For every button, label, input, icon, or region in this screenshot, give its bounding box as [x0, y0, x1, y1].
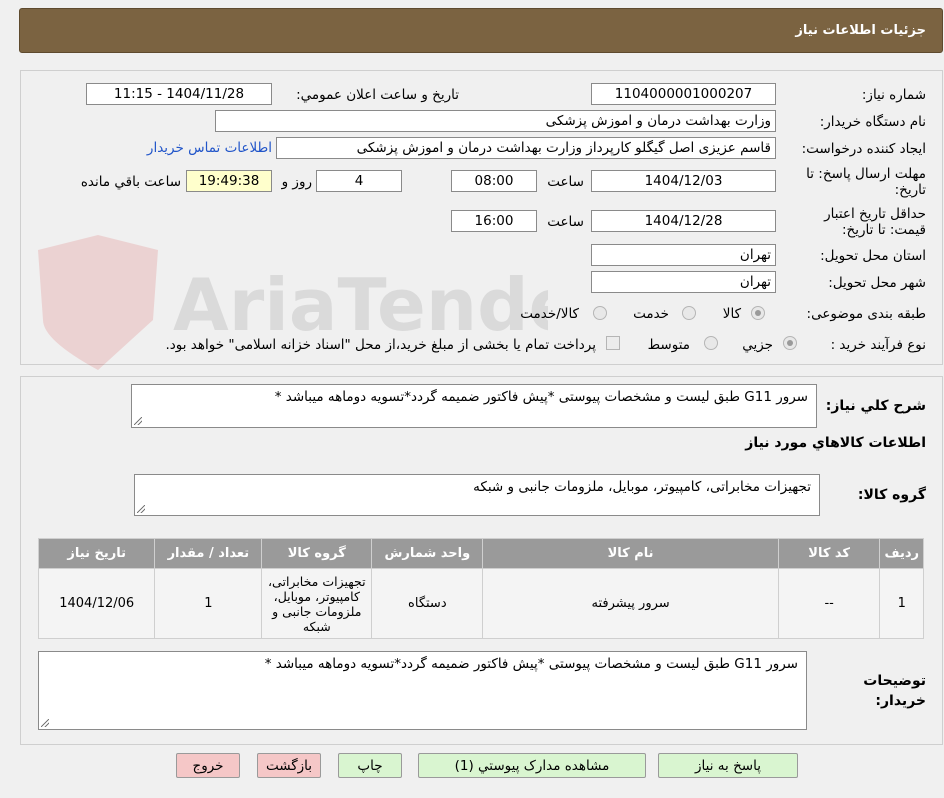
- view-attachments-button[interactable]: مشاهده مدارک پیوستي (1): [418, 753, 646, 778]
- remaining-label: ساعت باقي مانده: [80, 174, 181, 190]
- process-radio-medium[interactable]: [704, 336, 718, 350]
- price-valid-label: حداقل تاریخ اعتبار قیمت: تا تاریخ:: [824, 206, 926, 238]
- goods-table: ردیف کد کالا نام کالا واحد شمارش گروه کا…: [37, 538, 924, 639]
- goods-table-header: ردیف کد کالا نام کالا واحد شمارش گروه کا…: [37, 538, 924, 569]
- announce-datetime-field: 1404/11/28 - 11:15: [86, 83, 272, 105]
- reply-time-label: ساعت: [547, 174, 584, 190]
- requester-label: ایجاد کننده درخواست:: [801, 141, 926, 157]
- process-label: نوع فرآیند خرید :: [830, 337, 926, 353]
- province-field: تهران: [591, 244, 776, 266]
- page-title: جزئیات اطلاعات نیاز: [795, 23, 926, 38]
- col-group: گروه کالا: [261, 538, 373, 569]
- col-row: ردیف: [879, 538, 924, 569]
- price-valid-time-label: ساعت: [547, 214, 584, 230]
- process-option-medium: متوسط: [647, 337, 690, 353]
- treasury-payment-note: پرداخت تمام یا بخشی از مبلغ خرید،از محل …: [165, 337, 596, 353]
- col-date: تاریخ نیاز: [37, 538, 156, 569]
- need-number-field: 1104000001000207: [591, 83, 776, 105]
- col-name: نام کالا: [482, 538, 779, 569]
- category-label: طبقه بندی موضوعی:: [806, 306, 926, 322]
- goods-section-title: اطلاعات کالاهاي مورد نیاز: [745, 435, 926, 451]
- reply-button[interactable]: پاسخ به نیاز: [658, 753, 798, 778]
- summary-text: سرور G11 طبق لیست و مشخصات پیوستی *پیش ف…: [274, 389, 808, 405]
- cell-group: تجهیزات مخابراتی، کامپیوتر، موبایل، ملزو…: [261, 568, 373, 639]
- cell-code: --: [777, 568, 881, 639]
- remaining-time-field: 19:49:38: [186, 170, 272, 192]
- buyer-org-field: وزارت بهداشت درمان و اموزش پزشکی: [215, 110, 776, 132]
- col-code: کد کالا: [777, 538, 881, 569]
- announce-label: تاریخ و ساعت اعلان عمومي:: [296, 87, 459, 103]
- need-number-label: شماره نیاز:: [861, 87, 926, 103]
- process-radio-minor[interactable]: [783, 336, 797, 350]
- cell-qty: 1: [154, 568, 263, 639]
- process-option-minor: جزیي: [742, 337, 773, 353]
- reply-deadline-label: مهلت ارسال پاسخ: تا تاریخ:: [806, 166, 926, 198]
- treasury-payment-checkbox[interactable]: [606, 336, 620, 350]
- goods-group-text: تجهیزات مخابراتی، کامپیوتر، موبایل، ملزو…: [473, 479, 811, 495]
- buyer-org-label: نام دستگاه خریدار:: [819, 114, 926, 130]
- cell-row: 1: [879, 568, 924, 639]
- category-radio-service[interactable]: [682, 306, 696, 320]
- cell-name: سرور پیشرفته: [482, 568, 779, 639]
- reply-date-field: 1404/12/03: [591, 170, 776, 192]
- page-title-bar: جزئیات اطلاعات نیاز: [19, 8, 943, 53]
- buyer-contact-link[interactable]: اطلاعات تماس خریدار: [147, 140, 272, 156]
- city-field: تهران: [591, 271, 776, 293]
- city-label: شهر محل تحویل:: [828, 275, 926, 291]
- price-valid-date-field: 1404/12/28: [591, 210, 776, 232]
- exit-button[interactable]: خروج: [176, 753, 240, 778]
- category-option-service: خدمت: [633, 306, 669, 322]
- col-qty: تعداد / مقدار: [154, 538, 263, 569]
- category-option-goods-service: کالا/خدمت: [520, 306, 579, 322]
- buyer-notes-textarea[interactable]: سرور G11 طبق لیست و مشخصات پیوستی *پیش ف…: [38, 651, 807, 730]
- print-button[interactable]: چاپ: [338, 753, 402, 778]
- category-radio-goods[interactable]: [751, 306, 765, 320]
- cell-unit: دستگاه: [371, 568, 484, 639]
- days-remaining-field: 4: [316, 170, 402, 192]
- category-radio-goods-service[interactable]: [593, 306, 607, 320]
- summary-textarea[interactable]: سرور G11 طبق لیست و مشخصات پیوستی *پیش ف…: [131, 384, 817, 428]
- goods-group-label: گروه کالا:: [857, 487, 926, 503]
- category-option-goods: کالا: [722, 306, 741, 322]
- resize-grip-icon[interactable]: [137, 505, 145, 513]
- buyer-notes-text: سرور G11 طبق لیست و مشخصات پیوستی *پیش ف…: [264, 656, 798, 672]
- col-unit: واحد شمارش: [371, 538, 484, 569]
- resize-grip-icon[interactable]: [41, 719, 49, 727]
- table-row: 1 -- سرور پیشرفته دستگاه تجهیزات مخابرات…: [37, 568, 924, 639]
- cell-date: 1404/12/06: [37, 568, 156, 639]
- days-label: روز و: [281, 174, 312, 190]
- resize-grip-icon[interactable]: [134, 417, 142, 425]
- summary-label: شرح کلي نیاز:: [825, 398, 926, 414]
- reply-time-field: 08:00: [451, 170, 537, 192]
- requester-field: قاسم عزیزی اصل گیگلو کارپرداز وزارت بهدا…: [276, 137, 776, 159]
- goods-group-textarea[interactable]: تجهیزات مخابراتی، کامپیوتر، موبایل، ملزو…: [134, 474, 820, 516]
- buyer-notes-label: توضیحات خریدار:: [863, 673, 926, 709]
- back-button[interactable]: بازگشت: [257, 753, 321, 778]
- province-label: استان محل تحویل:: [820, 248, 926, 264]
- price-valid-time-field: 16:00: [451, 210, 537, 232]
